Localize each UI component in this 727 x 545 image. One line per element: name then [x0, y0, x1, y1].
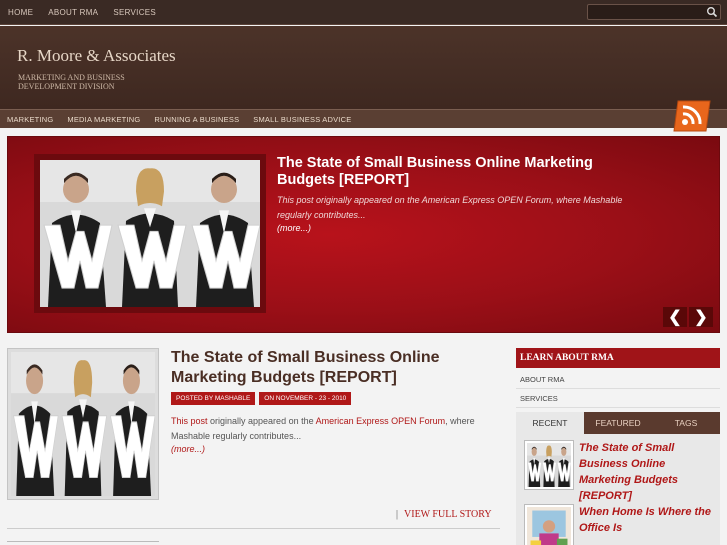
featured-slider: The State of Small Business Online Marke…: [7, 136, 720, 333]
rss-icon[interactable]: [672, 99, 712, 133]
slider-next-button[interactable]: ❯: [689, 307, 713, 327]
tab-recent[interactable]: RECENT: [516, 412, 584, 434]
tab-tags[interactable]: TAGS: [652, 412, 720, 434]
post-image: [11, 352, 155, 496]
catnav-item-marketing[interactable]: MARKETING: [7, 115, 53, 124]
slide-title[interactable]: The State of Small Business Online Marke…: [277, 155, 637, 189]
catnav-item-small-business-advice[interactable]: SMALL BUSINESS ADVICE: [253, 115, 351, 124]
post-excerpt-text: originally appeared on the: [207, 416, 316, 426]
recent-posts-panel: The State of Small Business Online Marke…: [516, 434, 720, 545]
recent-post-image: [527, 507, 571, 545]
post-more-link[interactable]: (more...): [171, 444, 205, 454]
sidebar-link-about[interactable]: ABOUT RMA: [516, 370, 720, 389]
post-title[interactable]: The State of Small Business Online Marke…: [171, 348, 501, 388]
search-icon[interactable]: [706, 6, 718, 18]
top-nav: HOME ABOUT RMA SERVICES: [0, 0, 163, 25]
search-input[interactable]: [588, 8, 698, 23]
search-box: [587, 4, 721, 23]
recent-post-thumbnail[interactable]: [524, 440, 574, 490]
recent-post-image: [527, 443, 571, 487]
top-bar: HOME ABOUT RMA SERVICES: [0, 0, 727, 25]
slide-excerpt: This post originally appeared on the Ame…: [277, 195, 623, 220]
sidebar-heading: LEARN ABOUT RMA: [516, 348, 720, 368]
slider-prev-button[interactable]: ❮: [663, 307, 687, 327]
site-header: R. Moore & Associates MARKETING AND BUSI…: [0, 26, 727, 109]
recent-post-thumbnail[interactable]: [524, 504, 574, 545]
sidebar-link-services[interactable]: SERVICES: [516, 389, 720, 408]
tab-featured[interactable]: FEATURED: [584, 412, 652, 434]
recent-post-title[interactable]: When Home Is Where the Office Is: [579, 504, 714, 536]
post-author-badge[interactable]: POSTED BY MASHABLE: [171, 392, 256, 405]
topnav-item-home[interactable]: HOME: [8, 8, 33, 17]
post-date-badge: ON NOVEMBER - 23 - 2010: [259, 392, 352, 405]
view-full-story-link[interactable]: VIEW FULL STORY: [404, 509, 492, 520]
post-thumbnail[interactable]: [7, 348, 159, 500]
slide-image-frame[interactable]: [34, 154, 266, 313]
catnav-item-media-marketing[interactable]: MEDIA MARKETING: [67, 115, 140, 124]
post-excerpt: This post originally appeared on the Ame…: [171, 414, 501, 443]
sidebar-tabs: RECENT FEATURED TAGS: [516, 412, 720, 434]
full-story-separator: |: [396, 509, 399, 520]
catnav-item-running-business[interactable]: RUNNING A BUSINESS: [154, 115, 239, 124]
slide-image: [40, 160, 260, 307]
topnav-item-services[interactable]: SERVICES: [113, 8, 156, 17]
post-divider: [7, 528, 500, 529]
slide-more-link[interactable]: (more...): [277, 223, 311, 233]
post-meta: POSTED BY MASHABLE ON NOVEMBER - 23 - 20…: [171, 392, 352, 405]
recent-post-title[interactable]: The State of Small Business Online Marke…: [579, 440, 714, 504]
post-source-link[interactable]: American Express OPEN Forum: [316, 416, 446, 426]
full-story: | VIEW FULL STORY: [396, 509, 492, 520]
post-excerpt-link[interactable]: This post: [171, 416, 208, 426]
slider-nav: ❮ ❯: [663, 307, 713, 327]
next-post-thumbnail: [7, 541, 159, 545]
site-tagline: MARKETING AND BUSINESS DEVELOPMENT DIVIS…: [18, 73, 125, 91]
topnav-item-about[interactable]: ABOUT RMA: [48, 8, 98, 17]
sidebar-links: ABOUT RMA SERVICES: [516, 370, 720, 408]
site-title[interactable]: R. Moore & Associates: [17, 46, 176, 66]
category-nav: MARKETING MEDIA MARKETING RUNNING A BUSI…: [0, 109, 727, 128]
